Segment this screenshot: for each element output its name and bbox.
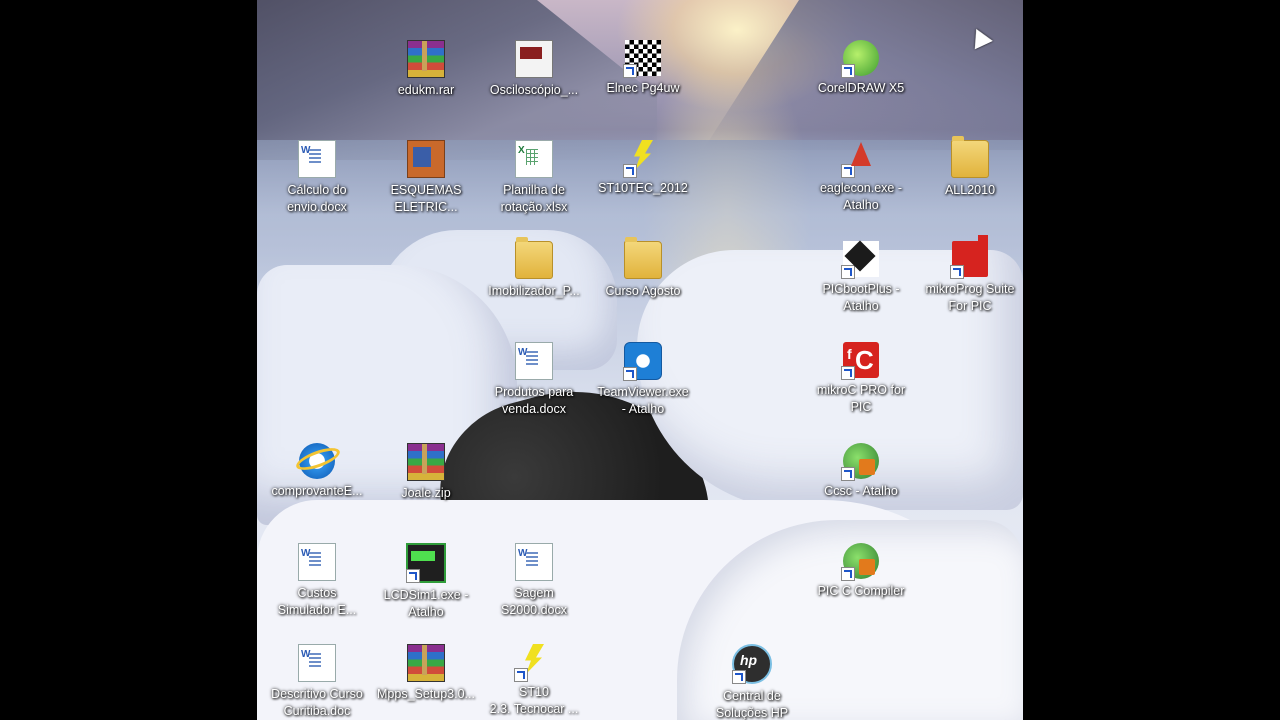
desktop-icon-lcdsim[interactable]: LCDSim1.exe - Atalho [371, 543, 481, 633]
desktop-icon-label: eaglecon.exe - Atalho [819, 181, 902, 212]
mikroprog-icon [950, 235, 988, 279]
desktop-icon-label: comprovanteE... [271, 484, 363, 498]
desktop-icon-hp-central[interactable]: Central de Soluções HP [697, 644, 807, 720]
desktop-icon-label: mikroC PRO for PIC [816, 383, 906, 414]
desktop-icon-label: CorelDRAW X5 [817, 81, 905, 95]
desktop-icon-osciloscopio[interactable]: Osciloscópio_... [479, 40, 589, 130]
desktop-icon-planilha[interactable]: Planilha de rotação.xlsx [479, 140, 589, 230]
lightning-icon [514, 644, 552, 682]
ccs-icon [841, 443, 879, 481]
eagle-icon [841, 140, 879, 178]
desktop-icon-label: LCDSim1.exe - Atalho [383, 588, 469, 619]
shortcut-arrow-icon [841, 164, 855, 178]
shortcut-arrow-icon [732, 670, 746, 684]
desktop-icon-label: ST10TEC_2012 [598, 181, 688, 195]
shortcut-arrow-icon [841, 265, 855, 279]
shortcut-arrow-icon [841, 366, 855, 380]
desktop-icon-label: Mpps_Setup3.0... [377, 687, 475, 701]
desktop-icon-produtos[interactable]: Produtos para venda.docx [479, 342, 589, 432]
folder-icon [951, 136, 989, 178]
word-document-icon [515, 342, 553, 380]
desktop-icon-st10tec[interactable]: ST10TEC_2012 [588, 140, 698, 230]
desktop-icon-label: Descritivo Curso Curitiba.doc [271, 687, 363, 718]
shortcut-arrow-icon [950, 265, 964, 279]
desktop-icon-mikroc[interactable]: mikroC PRO for PIC [806, 342, 916, 432]
book-icon [407, 140, 445, 178]
shortcut-arrow-icon [841, 567, 855, 581]
desktop-icon-label: Planilha de rotação.xlsx [500, 183, 568, 214]
desktop-icon-label: Joale.zip [401, 486, 451, 500]
folder-icon [624, 237, 662, 279]
shortcut-arrow-icon [841, 467, 855, 481]
desktop-icon-custos[interactable]: Custos Simulador E... [262, 543, 372, 633]
internet-explorer-icon [299, 443, 335, 479]
desktop-icon-label: Osciloscópio_... [489, 83, 579, 97]
winrar-archive-icon [407, 644, 445, 682]
shortcut-arrow-icon [406, 569, 420, 583]
desktop-icon-imobilizador[interactable]: Imobilizador_P... [479, 237, 589, 331]
excel-document-icon [515, 140, 553, 178]
desktop-icon-label: TeamViewer.exe - Atalho [597, 385, 689, 416]
desktop-icon-label: edukm.rar [397, 83, 455, 97]
desktop-icon-ccsc[interactable]: Ccsc - Atalho [806, 443, 916, 533]
shortcut-arrow-icon [623, 367, 637, 381]
desktop-icon-label: ST10 2.3. Tecnocar ... [489, 685, 579, 716]
desktop-icon-label: PIC C Compiler [817, 584, 905, 598]
desktop-icon-label: Ccsc - Atalho [824, 484, 898, 498]
word-document-icon [298, 644, 336, 682]
desktop-icon-esquemas[interactable]: ESQUEMAS ELETRIC... [371, 140, 481, 230]
desktop-icon-mpps[interactable]: Mpps_Setup3.0... [371, 644, 481, 720]
winrar-archive-icon [407, 40, 445, 78]
word-document-icon [298, 140, 336, 178]
desktop-icon-label: ALL2010 [944, 183, 996, 197]
mikroc-icon [841, 342, 879, 380]
desktop-icon-label: Sagem S2000.docx [500, 586, 568, 617]
coreldraw-icon [841, 40, 879, 78]
teamviewer-icon [623, 342, 662, 381]
desktop-icon-label: Cálculo do envio.docx [287, 183, 347, 214]
desktop-icon-joale[interactable]: Joale.zip [371, 443, 481, 533]
document-image-icon [515, 40, 553, 78]
word-document-icon [298, 543, 336, 581]
desktop-icon-label: mikroProg Suite For PIC [925, 282, 1015, 313]
desktop-icon-comprovante[interactable]: comprovanteE... [262, 443, 372, 533]
desktop-icon-sagem[interactable]: Sagem S2000.docx [479, 543, 589, 633]
desktop-icon-st10-tecnocar[interactable]: ST10 2.3. Tecnocar ... [479, 644, 589, 720]
desktop-icon-curso-agosto[interactable]: Curso Agosto [588, 237, 698, 331]
desktop-icon-descritivo[interactable]: Descritivo Curso Curitiba.doc [262, 644, 372, 720]
desktop-icon-label: Produtos para venda.docx [494, 385, 574, 416]
desktop-icon-label: Elnec Pg4uw [606, 81, 680, 95]
desktop-icon-label: Central de Soluções HP [715, 689, 789, 720]
shortcut-arrow-icon [623, 164, 637, 178]
desktop-icon-teamviewer[interactable]: TeamViewer.exe - Atalho [588, 342, 698, 432]
desktop-icon-elnec[interactable]: Elnec Pg4uw [588, 40, 698, 130]
elnec-icon [623, 40, 661, 78]
desktop-icon-all2010[interactable]: ALL2010 [915, 136, 1023, 230]
desktop[interactable]: edukm.rar Osciloscópio_... Elnec Pg4uw C… [257, 0, 1023, 720]
desktop-icon-label: PICbootPlus - Atalho [822, 282, 900, 313]
desktop-icon-label: Imobilizador_P... [488, 284, 580, 298]
desktop-icon-label: Custos Simulador E... [277, 586, 357, 617]
desktop-icon-calculo[interactable]: Cálculo do envio.docx [262, 140, 372, 230]
folder-icon [515, 237, 553, 279]
hp-icon [732, 644, 772, 684]
desktop-icon-label: ESQUEMAS ELETRIC... [390, 183, 462, 214]
shortcut-arrow-icon [841, 64, 855, 78]
winrar-archive-icon [407, 443, 445, 481]
desktop-icon-coreldraw[interactable]: CorelDRAW X5 [806, 40, 916, 130]
desktop-icon-pic-c-compiler[interactable]: PIC C Compiler [806, 543, 916, 633]
ccs-icon [841, 543, 879, 581]
desktop-icon-edukm[interactable]: edukm.rar [371, 40, 481, 130]
desktop-icon-picbootplus[interactable]: PICbootPlus - Atalho [806, 241, 916, 331]
lcd-icon [406, 543, 446, 583]
lightning-icon [623, 140, 661, 178]
desktop-icon-eaglecon[interactable]: eaglecon.exe - Atalho [806, 140, 916, 230]
picboot-icon [841, 241, 879, 279]
word-document-icon [515, 543, 553, 581]
shortcut-arrow-icon [514, 668, 528, 682]
desktop-icon-mikroprog[interactable]: mikroProg Suite For PIC [915, 235, 1023, 331]
desktop-icon-label: Curso Agosto [605, 284, 681, 298]
shortcut-arrow-icon [623, 64, 637, 78]
